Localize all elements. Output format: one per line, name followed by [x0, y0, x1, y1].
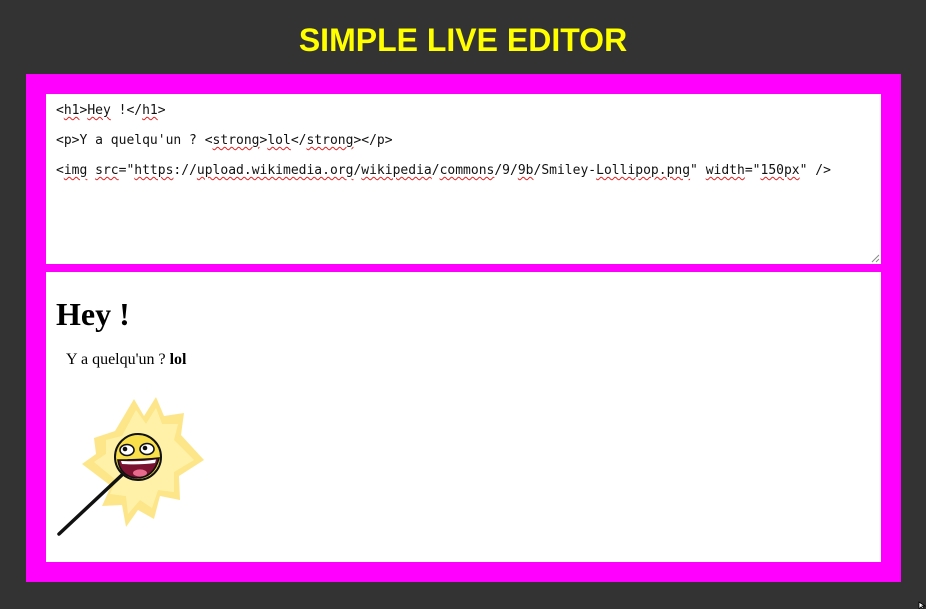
code-token: ": [690, 163, 706, 178]
code-token: /: [431, 163, 440, 178]
resize-handle-icon[interactable]: [871, 254, 880, 263]
preview-paragraph-strong: lol: [169, 351, 187, 368]
code-line: <h1>Hey !</h1>: [56, 100, 871, 130]
code-line: <p>Y a quelqu'un ? <strong>lol</strong><…: [56, 130, 871, 160]
live-preview-panel: Hey ! Y a quelqu'un ? lol: [46, 272, 881, 562]
smiley-right-pupil: [142, 445, 148, 451]
spellcheck-flagged-token: h1: [142, 103, 158, 118]
code-token: ></p>: [353, 133, 393, 148]
preview-paragraph-text: Y a quelqu'un ?: [66, 351, 166, 368]
code-line: <img src="https://upload.wikimedia.org/w…: [56, 160, 871, 190]
code-token: =": [118, 163, 135, 178]
code-token: </: [290, 133, 307, 148]
code-token: <: [56, 163, 64, 178]
spellcheck-flagged-token: Lollipop.png: [596, 163, 691, 178]
code-token: <: [56, 103, 64, 118]
spellcheck-flagged-token: width: [705, 163, 745, 178]
smiley-lollipop-icon: [57, 397, 204, 536]
spellcheck-flagged-token: 150px: [760, 163, 800, 178]
spellcheck-flagged-token: upload.wikimedia.org: [196, 163, 354, 178]
code-token: !</: [110, 103, 143, 118]
spellcheck-flagged-token: Hey: [87, 103, 111, 118]
spellcheck-flagged-token: 9b: [517, 163, 534, 178]
spellcheck-flagged-token: src: [95, 163, 119, 178]
spellcheck-flagged-token: img: [63, 163, 88, 178]
code-token: =": [744, 163, 761, 178]
page: SIMPLE LIVE EDITOR <h1>Hey !</h1> <p>Y a…: [0, 0, 926, 609]
spellcheck-flagged-token: h1: [63, 103, 80, 118]
code-token: >: [157, 103, 166, 118]
code-token: " />: [799, 163, 831, 178]
spellcheck-flagged-token: wikipedia: [361, 163, 432, 178]
spellcheck-flagged-token: lol: [267, 133, 291, 148]
app-title: SIMPLE LIVE EDITOR: [298, 22, 628, 58]
spellcheck-flagged-token: https: [134, 163, 174, 178]
html-code-editor[interactable]: <h1>Hey !</h1> <p>Y a quelqu'un ? <stron…: [46, 94, 881, 264]
code-token: /Smiley-: [533, 163, 597, 178]
smiley-left-pupil: [122, 446, 128, 452]
code-token: ://: [173, 163, 197, 178]
smiley-tongue: [133, 469, 147, 477]
code-token: <p>Y a quelqu'un ? <: [56, 133, 213, 148]
spellcheck-flagged-token: strong: [306, 133, 354, 148]
spellcheck-flagged-token: commons: [439, 163, 495, 178]
preview-heading: Hey !: [56, 296, 130, 332]
spellcheck-flagged-token: strong: [212, 133, 260, 148]
mouse-cursor-icon: [918, 601, 926, 609]
code-token: /9/: [494, 163, 518, 178]
preview-paragraph: Y a quelqu'un ? lol: [66, 350, 186, 370]
